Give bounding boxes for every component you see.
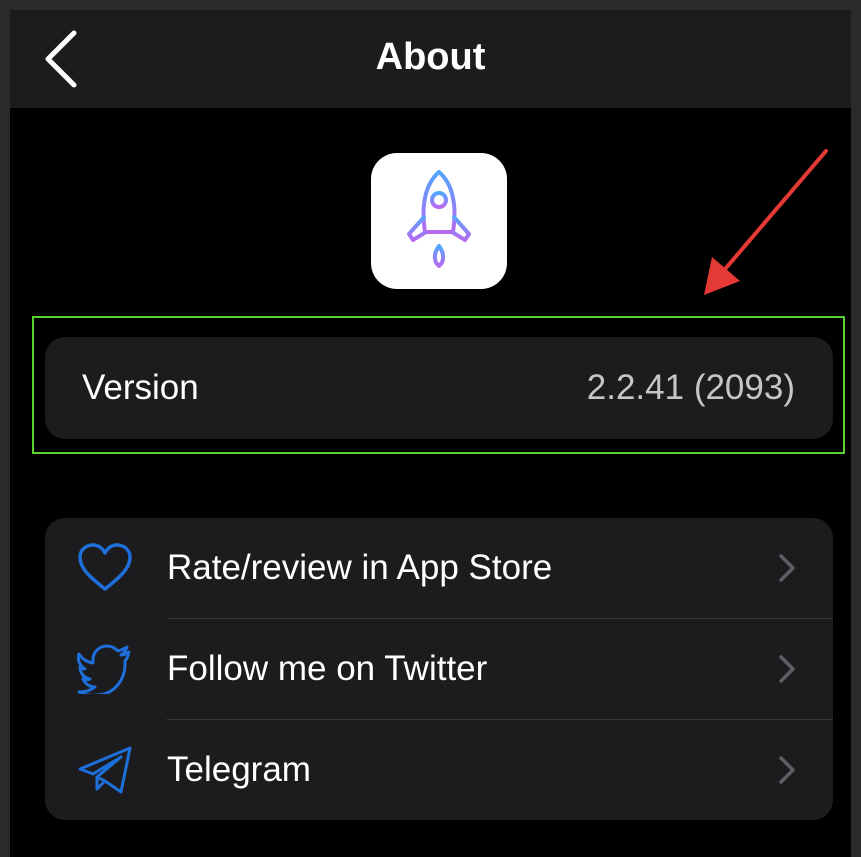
annotation-arrow-icon xyxy=(704,149,828,295)
rate-review-label: Rate/review in App Store xyxy=(167,548,553,587)
twitter-icon xyxy=(77,644,133,694)
chevron-right-icon xyxy=(779,756,795,784)
about-screen: About Version 2.2.41 (2093) Rate/review … xyxy=(10,10,851,857)
twitter-label: Follow me on Twitter xyxy=(167,649,488,688)
telegram-icon xyxy=(77,745,133,795)
navigation-bar: About xyxy=(10,10,851,108)
twitter-row[interactable]: Follow me on Twitter xyxy=(45,619,833,719)
links-list: Rate/review in App Store Follow me on Tw… xyxy=(45,518,833,820)
chevron-right-icon xyxy=(779,554,795,582)
chevron-left-icon xyxy=(45,30,77,88)
telegram-label: Telegram xyxy=(167,750,311,789)
telegram-row[interactable]: Telegram xyxy=(45,720,833,820)
chevron-right-icon xyxy=(779,655,795,683)
rate-review-row[interactable]: Rate/review in App Store xyxy=(45,518,833,618)
back-button[interactable] xyxy=(36,24,86,94)
rocket-icon xyxy=(407,170,471,268)
page-title: About xyxy=(375,36,486,78)
version-highlight-box xyxy=(32,316,845,454)
app-icon xyxy=(371,153,507,289)
heart-icon xyxy=(77,543,133,593)
